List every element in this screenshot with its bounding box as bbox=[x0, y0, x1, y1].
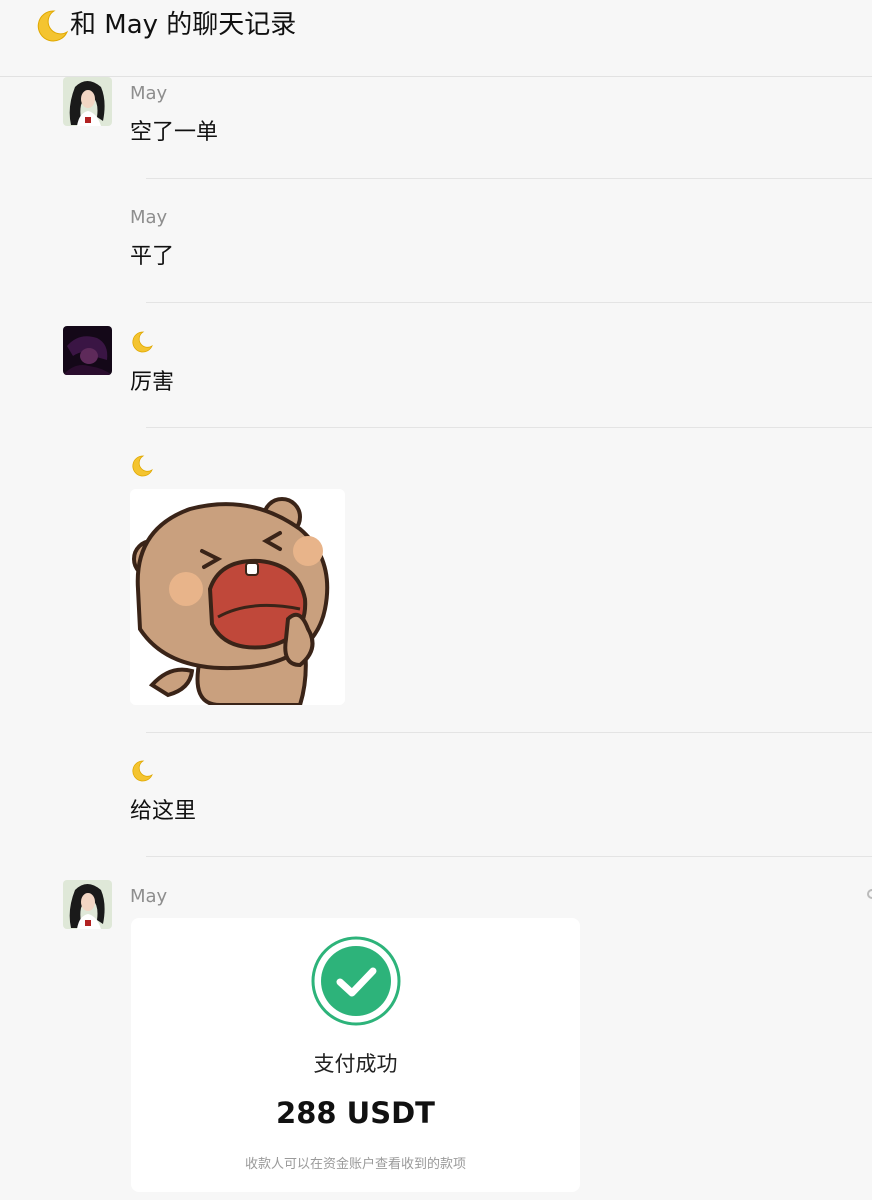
message-divider bbox=[146, 732, 872, 733]
message-text[interactable]: 空了一单 bbox=[130, 119, 218, 147]
message-divider bbox=[146, 856, 872, 857]
crescent-moon-icon bbox=[132, 455, 153, 477]
dark-avatar-icon bbox=[63, 326, 112, 375]
selection-indicator[interactable] bbox=[867, 889, 872, 899]
payment-card[interactable]: 支付成功 288 USDT 收款人可以在资金账户查看收到的款项 bbox=[131, 918, 580, 1192]
woman-avatar-icon bbox=[63, 880, 112, 929]
avatar-may[interactable] bbox=[63, 880, 112, 929]
payment-status: 支付成功 bbox=[313, 1052, 398, 1076]
chat-title: 和 May 的聊天记录 bbox=[34, 8, 296, 42]
sender-name: May bbox=[130, 83, 168, 104]
sender-name: May bbox=[130, 886, 168, 907]
crescent-moon-icon bbox=[132, 760, 153, 782]
message-divider bbox=[146, 178, 872, 179]
avatar-moon-user[interactable] bbox=[63, 326, 112, 375]
crying-bear-sticker[interactable] bbox=[130, 489, 345, 705]
avatar-may[interactable] bbox=[63, 77, 112, 126]
payment-amount: 288 USDT bbox=[276, 1096, 435, 1130]
sender-name: May bbox=[130, 207, 168, 228]
message-text[interactable]: 厉害 bbox=[130, 369, 174, 397]
bear-sticker-icon bbox=[130, 489, 345, 705]
chat-header: 和 May 的聊天记录 bbox=[0, 0, 872, 77]
message-divider bbox=[146, 427, 872, 428]
message-text[interactable]: 给这里 bbox=[130, 798, 196, 826]
success-check-icon bbox=[311, 936, 401, 1026]
woman-avatar-icon bbox=[63, 77, 112, 126]
message-text[interactable]: 平了 bbox=[130, 243, 174, 271]
chat-title-text: 和 May 的聊天记录 bbox=[70, 10, 297, 40]
payment-note: 收款人可以在资金账户查看收到的款项 bbox=[244, 1157, 466, 1172]
crescent-moon-icon bbox=[37, 10, 69, 42]
message-divider bbox=[146, 302, 872, 303]
crescent-moon-icon bbox=[132, 331, 153, 353]
